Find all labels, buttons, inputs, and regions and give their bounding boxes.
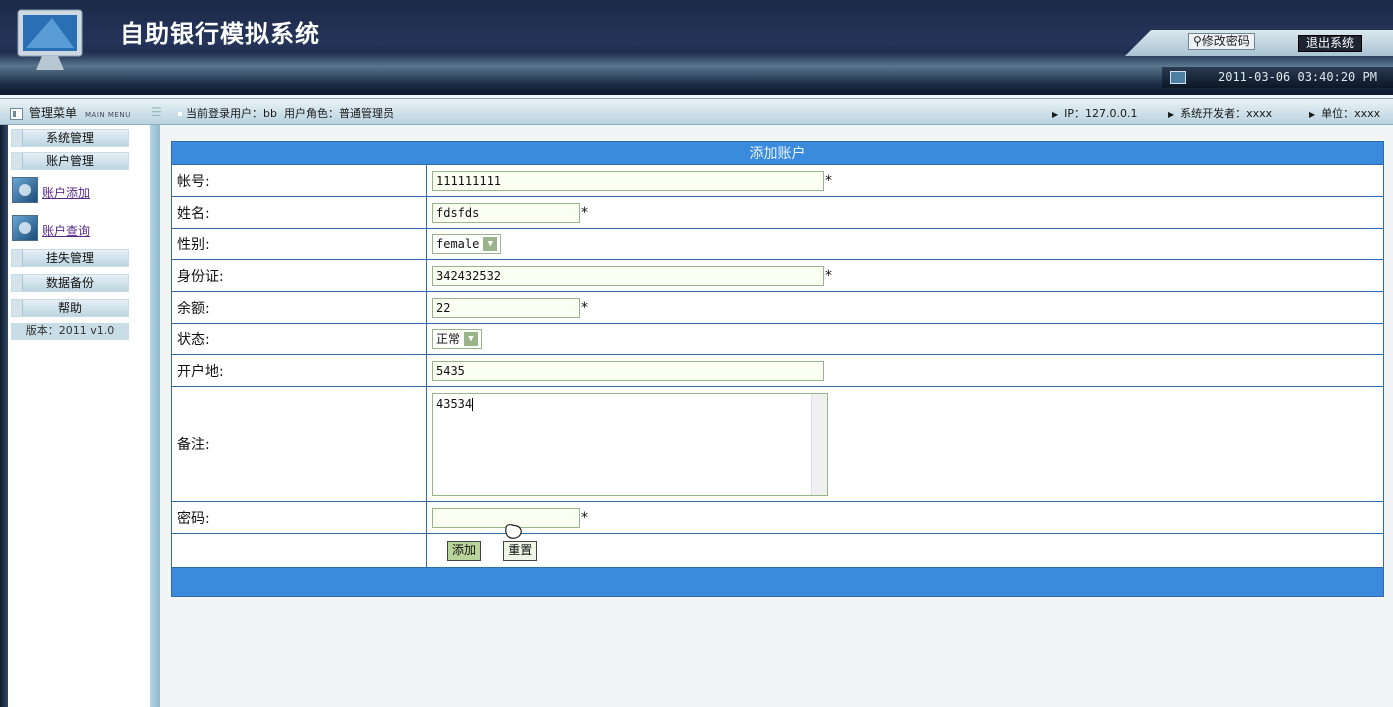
form-row-actions: 添加 重置 (171, 533, 1384, 568)
sidebar-section-help[interactable]: 帮助 (11, 299, 129, 317)
current-user-info: 当前登录用户：bb 用户角色：普通管理员 (178, 105, 394, 121)
reset-button[interactable]: 重置 (503, 540, 538, 561)
id-card-input[interactable]: 342432532 (432, 265, 824, 286)
open-place-input[interactable]: 5435 (432, 360, 824, 381)
logout-button[interactable]: 退出系统 (1298, 35, 1363, 52)
field-label: 身份证: (171, 259, 427, 292)
form-row-name: 姓名: fdsfds * (171, 196, 1384, 229)
sidebar-section-system[interactable]: 系统管理 (11, 129, 129, 147)
form-row-balance: 余额: 22 * (171, 291, 1384, 324)
form-row-remark: 备注: 43534 (171, 386, 1384, 502)
form-row-password: 密码: * (171, 501, 1384, 534)
field-label: 余额: (171, 291, 427, 324)
sidebar-section-backup[interactable]: 数据备份 (11, 274, 129, 292)
form-footer-row (171, 567, 1384, 597)
gender-select[interactable]: female ▼ (432, 234, 502, 254)
version-label: 版本：2011 v1.0 (11, 323, 129, 340)
form-row-open-place: 开户地: 5435 (171, 354, 1384, 387)
field-label: 姓名: (171, 196, 427, 229)
change-password-button[interactable]: ⚲修改密码 (1188, 33, 1255, 50)
form-title: 添加账户 (171, 141, 1384, 165)
app-title: 自助银行模拟系统 (120, 19, 320, 48)
developer-info: ▶ 系统开发者：xxxx (1168, 107, 1273, 120)
field-label: 备注: (171, 386, 427, 502)
sidebar-section-accounts[interactable]: 账户管理 (11, 152, 129, 170)
menu-icon (10, 107, 23, 120)
monitor-logo-icon (17, 9, 83, 70)
sidebar: 系统管理 账户管理 账户添加 账户查询 挂失管理 数据备份 帮助 版本：2011… (0, 125, 160, 707)
field-label: 状态: (171, 323, 427, 355)
key-icon: ⚲ (1193, 34, 1202, 48)
add-button[interactable]: 添加 (447, 540, 482, 561)
required-mark: * (825, 267, 832, 284)
form-row-account: 帐号: 111111111 * (171, 164, 1384, 197)
hand-cursor-icon (505, 524, 522, 539)
required-mark: * (825, 172, 832, 189)
account-input[interactable]: 111111111 (432, 170, 824, 191)
scrollbar[interactable] (811, 393, 827, 495)
chevron-down-icon: ▼ (483, 237, 498, 251)
status-select[interactable]: 正常 ▼ (432, 329, 483, 349)
required-mark: * (581, 509, 588, 526)
form-header-row: 添加账户 (171, 141, 1384, 165)
sidebar-right-edge (150, 125, 160, 707)
unit-info: ▶ 单位：xxxx (1309, 107, 1381, 120)
field-label: 帐号: (171, 164, 427, 197)
name-input[interactable]: fdsfds (432, 202, 580, 223)
ip-info: ▶ IP：127.0.0.1 (1052, 107, 1138, 120)
app-header: 自助银行模拟系统 ⚲修改密码 退出系统 2011-03-06 03:40:20 … (0, 0, 1393, 95)
field-label: 密码: (171, 501, 427, 534)
add-account-form: 添加账户 帐号: 111111111 * 姓名: fdsfds * 性别: fema… (171, 141, 1384, 597)
form-row-status: 状态: 正常 ▼ (171, 323, 1384, 355)
main-content: 添加账户 帐号: 111111111 * 姓名: fdsfds * 性别: fema… (160, 125, 1393, 707)
gear-icon (12, 215, 38, 241)
sidebar-section-loss-report[interactable]: 挂失管理 (11, 249, 129, 267)
datetime: 2011-03-06 03:40:20 PM (1218, 70, 1377, 84)
bullet-icon (178, 112, 182, 116)
sidebar-left-edge (0, 125, 8, 707)
required-mark: * (581, 299, 588, 316)
form-row-gender: 性别: female ▼ (171, 228, 1384, 260)
status-bar: 管理菜单 MAIN MENU ☰ 当前登录用户：bb 用户角色：普通管理员 ▶ IP… (0, 98, 1393, 125)
field-label: 开户地: (171, 354, 427, 387)
form-row-id-card: 身份证: 342432532 * (171, 259, 1384, 292)
menu-grip-icon: ☰ (151, 105, 162, 119)
balance-input[interactable]: 22 (432, 297, 580, 318)
remark-textarea[interactable]: 43534 (432, 392, 828, 496)
required-mark: * (581, 204, 588, 221)
text-caret (472, 397, 474, 411)
user-add-icon (12, 177, 38, 203)
monitor-icon (1170, 71, 1186, 84)
chevron-down-icon: ▼ (464, 332, 479, 346)
field-label: 性别: (171, 228, 427, 260)
main-menu-header: 管理菜单 MAIN MENU (10, 104, 131, 121)
clock-bar: 2011-03-06 03:40:20 PM (1162, 66, 1393, 88)
